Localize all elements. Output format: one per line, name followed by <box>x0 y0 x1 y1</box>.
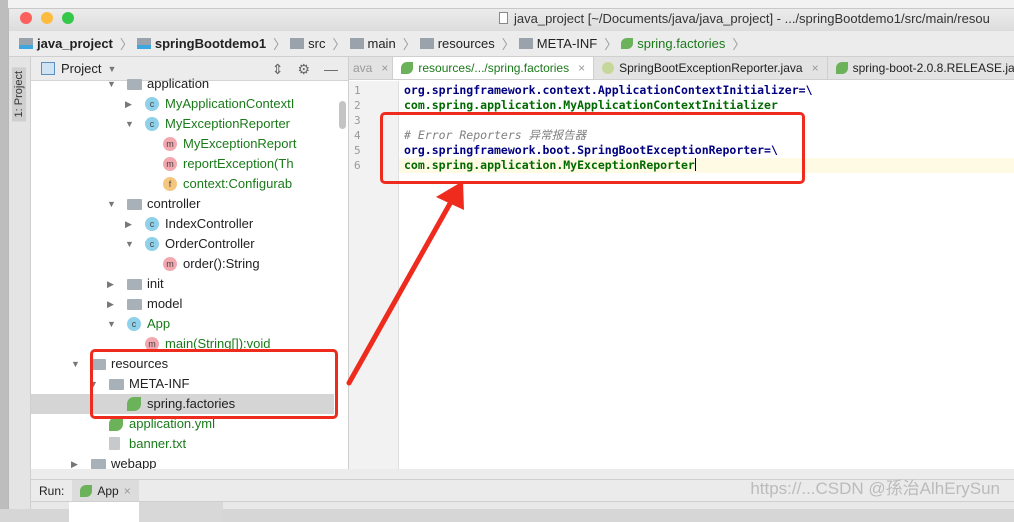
annotation-arrow <box>346 181 464 386</box>
